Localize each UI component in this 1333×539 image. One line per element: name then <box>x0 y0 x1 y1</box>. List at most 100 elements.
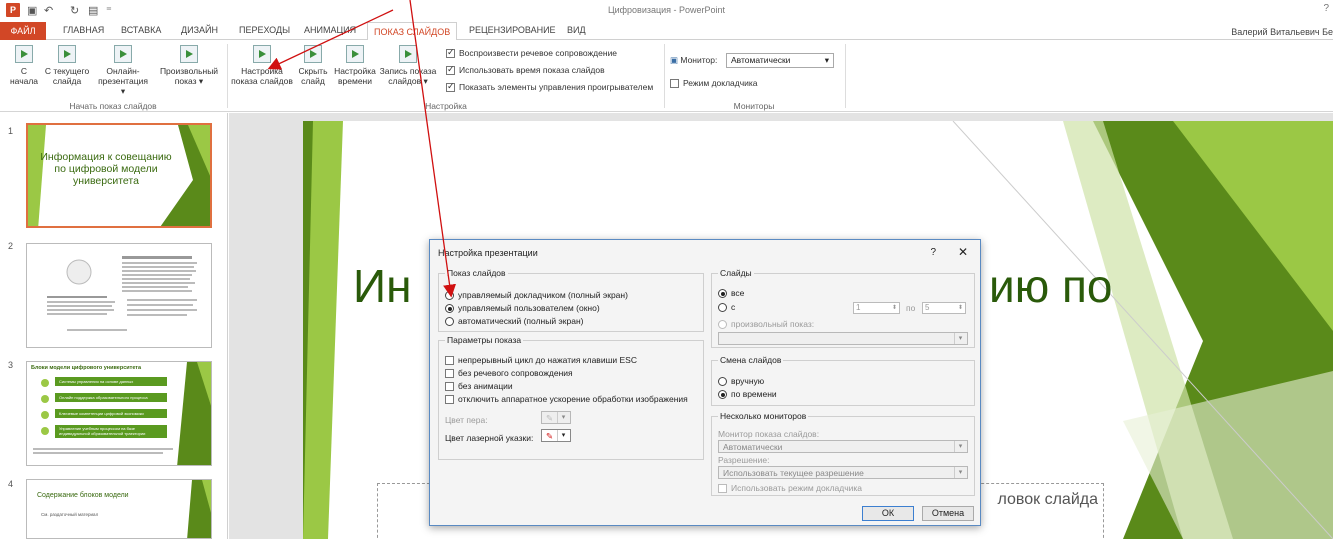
chevron-down-icon: ▾ <box>824 55 829 65</box>
monitor-select[interactable]: Автоматически ▾ <box>726 53 834 68</box>
radio-label: автоматический (полный экран) <box>458 316 584 326</box>
slides-from-radio[interactable]: с <box>718 302 735 313</box>
thumb-decor <box>187 480 211 538</box>
thumb-number: 2 <box>8 241 14 251</box>
close-button[interactable]: ✕ <box>958 245 968 259</box>
button-label: Скрыть <box>298 66 328 76</box>
slide-thumbnail-4[interactable]: Содержание блоков модели См. раздаточный… <box>26 479 212 539</box>
checkbox-label: без анимации <box>458 381 513 391</box>
custom-show-select[interactable]: ▾ <box>718 332 968 345</box>
record-icon <box>399 45 417 63</box>
disable-hw-acceleration-checkbox[interactable]: отключить аппаратное ускорение обработки… <box>445 394 688 405</box>
slide-thumbnail-1[interactable]: Информация к совещанию по цифровой модел… <box>26 123 212 228</box>
laser-color-picker[interactable]: ✎ ▾ <box>541 429 571 442</box>
custom-show-radio[interactable]: произвольный показ: <box>718 319 814 330</box>
slide-thumbnail-2[interactable] <box>26 243 212 348</box>
rehearse-timings-button[interactable]: Настройка времени <box>333 45 377 86</box>
radio-label: управляемый докладчиком (полный экран) <box>458 290 628 300</box>
hide-slide-button[interactable]: Скрыть слайд <box>296 45 330 86</box>
resolution-select[interactable]: Использовать текущее разрешение ▾ <box>718 466 968 479</box>
custom-slideshow-button[interactable]: Произвольный показ ▾ <box>156 45 222 86</box>
setup-slideshow-button[interactable]: Настройка показа слайдов <box>229 45 295 86</box>
presented-by-speaker-radio[interactable]: управляемый докладчиком (полный экран) <box>445 290 628 301</box>
thumb-bullet <box>41 379 49 387</box>
tab-insert[interactable]: ВСТАВКА <box>121 25 161 35</box>
slideshow-monitor-select[interactable]: Автоматически ▾ <box>718 440 968 453</box>
from-beginning-button[interactable]: С начала <box>8 45 40 86</box>
slide-thumbnail-3[interactable]: Блоки модели цифрового университета Сист… <box>26 361 212 466</box>
without-animation-checkbox[interactable]: без анимации <box>445 381 513 392</box>
checkbox-icon <box>446 47 455 59</box>
radio-icon <box>718 377 727 387</box>
monitor-icon: ▣ <box>670 55 681 65</box>
play-narrations-checkbox[interactable]: Воспроизвести речевое сопровождение <box>446 47 617 59</box>
show-media-controls-checkbox[interactable]: Показать элементы управления проигрывате… <box>446 81 653 93</box>
button-label: Произвольный <box>159 66 219 76</box>
thumb-row: Онлайн поддержка образовательного процес… <box>55 393 167 402</box>
tab-transitions[interactable]: ПЕРЕХОДЫ <box>239 25 290 35</box>
present-online-button[interactable]: Онлайн- презентация ▾ <box>96 45 150 96</box>
button-label: Настройка <box>241 66 283 76</box>
thumb-text-line <box>33 448 173 450</box>
tab-slideshow[interactable]: ПОКАЗ СЛАЙДОВ <box>367 22 458 41</box>
browsed-at-kiosk-radio[interactable]: автоматический (полный экран) <box>445 316 584 327</box>
tab-view[interactable]: ВИД <box>567 25 586 35</box>
from-slide-value: 1 <box>856 303 861 312</box>
laser-pointer-icon: ✎ <box>546 431 554 441</box>
chevron-down-icon: ▾ <box>557 412 569 423</box>
checkbox-label: Использовать режим докладчика <box>731 483 863 493</box>
radio-label: по времени <box>731 389 777 399</box>
radio-label: все <box>731 288 745 298</box>
slide-thumbnail-pane: 1 Информация к совещанию по цифровой мод… <box>0 113 228 539</box>
group-label-start: Начать показ слайдов <box>69 101 157 111</box>
group-separator <box>664 44 665 108</box>
thumb-text-line <box>33 452 163 454</box>
tab-animations[interactable]: АНИМАЦИЯ <box>304 25 356 35</box>
from-current-slide-button[interactable]: С текущего слайда <box>42 45 92 86</box>
checkbox-icon <box>446 64 455 76</box>
radio-label: вручную <box>731 376 765 386</box>
checkbox-icon <box>718 484 727 494</box>
radio-label: управляемый пользователем (окно) <box>458 303 600 313</box>
without-narration-checkbox[interactable]: без речевого сопровождения <box>445 368 573 379</box>
group-legend: Смена слайдов <box>718 355 784 365</box>
ribbon: С начала С текущего слайда Онлайн- презе… <box>0 40 1333 112</box>
slideshow-current-icon <box>58 45 76 63</box>
tab-file[interactable]: ФАЙЛ <box>0 22 46 40</box>
pen-color-picker[interactable]: ✎ ▾ <box>541 411 571 424</box>
use-timings-checkbox[interactable]: Использовать время показа слайдов <box>446 64 605 76</box>
show-options-group: Параметры показа непрерывный цикл до наж… <box>438 335 704 460</box>
help-button[interactable]: ? <box>930 247 936 258</box>
pen-color-label: Цвет пера: <box>445 415 488 425</box>
tab-home[interactable]: ГЛАВНАЯ <box>63 25 104 35</box>
checkbox-label: без речевого сопровождения <box>458 368 573 378</box>
ok-button[interactable]: ОК <box>862 506 914 521</box>
user-name[interactable]: Валерий Витальевич Бе <box>1231 27 1333 37</box>
record-slideshow-button[interactable]: Запись показа слайдов ▾ <box>376 45 440 86</box>
presenter-view-checkbox[interactable]: Режим докладчика <box>670 78 758 89</box>
checkbox-icon <box>446 81 455 93</box>
from-slide-input[interactable]: 1 ⬍ <box>853 302 900 314</box>
all-slides-radio[interactable]: все <box>718 288 745 299</box>
browsed-by-individual-radio[interactable]: управляемый пользователем (окно) <box>445 303 600 314</box>
group-legend: Параметры показа <box>445 335 524 345</box>
tab-design[interactable]: ДИЗАЙН <box>181 25 218 35</box>
thumb-row: Управление учебным процессом на базе инд… <box>55 425 167 438</box>
checkbox-icon <box>670 79 679 89</box>
monitor-select-value: Автоматически <box>731 55 791 65</box>
to-slide-input[interactable]: 5 ⬍ <box>922 302 966 314</box>
tab-review[interactable]: РЕЦЕНЗИРОВАНИЕ <box>469 25 556 35</box>
slide-title-right: ию по <box>989 260 1113 312</box>
using-timings-radio[interactable]: по времени <box>718 389 777 400</box>
select-value: Автоматически <box>723 442 783 452</box>
cancel-button[interactable]: Отмена <box>922 506 974 521</box>
thumb-number: 3 <box>8 360 14 370</box>
use-presenter-view-checkbox[interactable]: Использовать режим докладчика <box>718 483 863 494</box>
loop-continuously-checkbox[interactable]: непрерывный цикл до нажатия клавиши ESC <box>445 355 637 366</box>
timer-icon <box>346 45 364 63</box>
manually-radio[interactable]: вручную <box>718 376 765 387</box>
help-button[interactable]: ? <box>1323 3 1329 14</box>
button-label: начала <box>9 76 39 86</box>
spinner-icon: ⬍ <box>957 305 963 311</box>
radio-icon <box>718 390 727 400</box>
